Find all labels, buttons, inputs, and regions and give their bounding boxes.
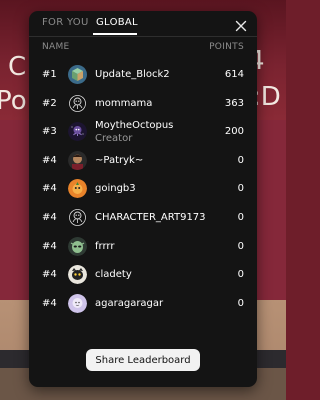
username[interactable]: MoytheOctopus — [95, 120, 173, 131]
points-value: 0 — [237, 154, 244, 166]
rank-label: #1 — [42, 69, 57, 80]
rank-label: #3 — [42, 126, 57, 138]
creator-tag: Creator — [95, 133, 133, 145]
leaderboard-row[interactable]: #4 goingb3 0 — [29, 175, 257, 204]
username[interactable]: frrrr — [95, 241, 114, 252]
galaxy-octopus-avatar-icon — [68, 122, 87, 142]
points-value: 363 — [224, 97, 244, 109]
username[interactable]: cladety — [95, 269, 132, 280]
leaderboard-row[interactable]: #3 MoytheOctopus Creator 200 — [29, 118, 257, 147]
leaderboard-row[interactable]: #2 mommama 363 — [29, 90, 257, 119]
leaderboard-row[interactable]: #4 CHARACTER_ART9173 0 — [29, 204, 257, 233]
points-value: 0 — [237, 297, 244, 309]
cat-avatar-icon — [68, 265, 87, 285]
rank-label: #4 — [42, 240, 57, 252]
username[interactable]: agaragaragar — [95, 298, 163, 309]
leaderboard-row[interactable]: #4 ~Patryk~ 0 — [29, 147, 257, 176]
cube-avatar-icon — [68, 65, 87, 84]
lavender-avatar-icon — [68, 293, 87, 313]
name-column-header: NAME — [42, 42, 70, 52]
rank-label: #4 — [42, 297, 57, 309]
active-tab-indicator — [93, 33, 137, 35]
points-value: 0 — [237, 269, 244, 281]
username[interactable]: goingb3 — [95, 183, 136, 194]
leaderboard-row[interactable]: #4 agaragaragar 0 — [29, 290, 257, 319]
alien-avatar-icon — [68, 236, 87, 256]
username[interactable]: CHARACTER_ART9173 — [95, 212, 206, 223]
username[interactable]: ~Patryk~ — [95, 155, 143, 166]
leaderboard-row[interactable]: #1 Update_Block2 614 — [29, 61, 257, 90]
points-value: 200 — [224, 126, 244, 138]
points-value: 0 — [237, 240, 244, 252]
points-value: 614 — [224, 69, 244, 80]
rank-label: #4 — [42, 154, 57, 166]
rank-label: #4 — [42, 269, 57, 281]
orange-avatar-icon — [68, 179, 87, 199]
username[interactable]: Update_Block2 — [95, 69, 170, 80]
share-leaderboard-button[interactable]: Share Leaderboard — [86, 349, 200, 371]
leaderboard-row[interactable]: #4 cladety 0 — [29, 261, 257, 290]
rank-label: #4 — [42, 183, 57, 195]
octopus-avatar-icon — [68, 207, 87, 227]
username[interactable]: mommama — [95, 98, 152, 109]
points-value: 0 — [237, 211, 244, 223]
tab-global[interactable]: GLOBAL — [96, 17, 138, 28]
character-avatar-icon — [68, 150, 87, 170]
leaderboard-list: #1 Update_Block2 614 #2 mommama 363 #3 M… — [29, 61, 257, 318]
octopus-avatar-icon — [68, 93, 87, 113]
points-column-header: POINTS — [209, 42, 244, 52]
close-icon[interactable] — [235, 17, 247, 32]
background-text-left-1: C — [8, 52, 27, 82]
tab-bar: FOR YOU GLOBAL — [29, 11, 257, 37]
leaderboard-panel: FOR YOU GLOBAL NAME POINTS #1 Update_Blo… — [29, 11, 257, 387]
points-value: 0 — [237, 183, 244, 195]
leaderboard-row[interactable]: #4 frrrr 0 — [29, 233, 257, 262]
rank-label: #4 — [42, 211, 57, 223]
tab-for-you[interactable]: FOR YOU — [42, 17, 89, 28]
rank-label: #2 — [42, 97, 57, 109]
